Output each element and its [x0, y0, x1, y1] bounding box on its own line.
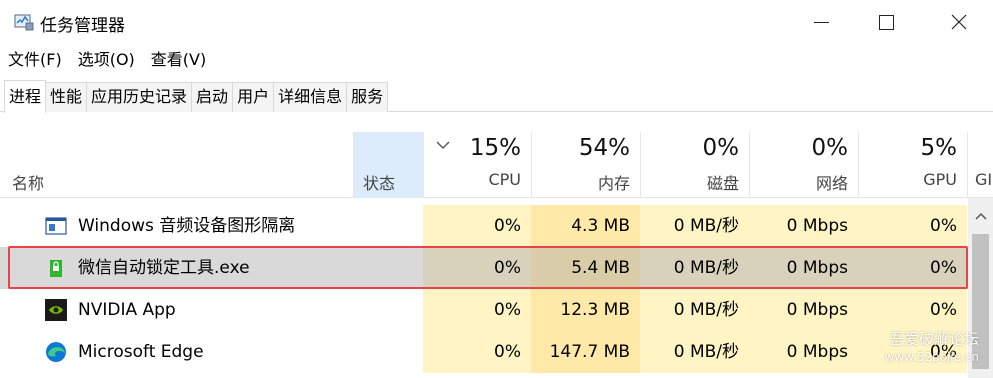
gpu-column-percent[interactable]: 5% — [858, 135, 958, 161]
column-separator — [353, 132, 354, 198]
maximize-button[interactable] — [861, 0, 911, 44]
menu-options[interactable]: 选项(O) — [70, 46, 143, 74]
tab-app-history[interactable]: 应用历史记录 — [86, 82, 193, 112]
memory-value: 12.3 MB — [560, 300, 630, 320]
cpu-value: 0% — [494, 342, 521, 362]
status-column-label: 状态 — [363, 174, 396, 193]
network-value: 0 Mbps — [786, 300, 848, 320]
table-row[interactable]: NVIDIA App 0% 12.3 MB 0 MB/秒 0 Mbps 0% — [0, 289, 968, 331]
memory-value: 5.4 MB — [571, 258, 630, 278]
task-manager-icon — [14, 14, 34, 31]
disk-value: 0 MB/秒 — [673, 216, 739, 236]
gpu-engine-column-label[interactable]: GI — [975, 170, 993, 189]
gpu-value: 0% — [930, 216, 957, 236]
lock-app-icon — [50, 260, 62, 277]
tab-performance[interactable]: 性能 — [45, 82, 88, 112]
gpu-value: 0% — [930, 300, 957, 320]
scroll-up-button[interactable] — [968, 206, 993, 226]
cpu-value: 0% — [494, 300, 521, 320]
cpu-column-percent[interactable]: 15% — [423, 135, 521, 161]
chevron-up-icon — [974, 212, 987, 220]
network-value: 0 Mbps — [786, 216, 848, 236]
disk-column-percent[interactable]: 0% — [640, 135, 740, 161]
cpu-value: 0% — [494, 216, 521, 236]
title-bar: 任务管理器 — [0, 0, 993, 44]
network-value: 0 Mbps — [786, 342, 848, 362]
close-button[interactable] — [934, 0, 984, 44]
maximize-icon — [878, 14, 894, 30]
tab-details[interactable]: 详细信息 — [273, 82, 348, 112]
menu-bar: 文件(F) 选项(O) 查看(V) — [0, 46, 214, 74]
process-name: 微信自动锁定工具.exe — [78, 258, 250, 278]
gpu-value: 0% — [930, 258, 957, 278]
process-name: Windows 音频设备图形隔离 — [78, 216, 296, 236]
column-separator — [967, 132, 968, 198]
close-icon — [951, 14, 967, 30]
watermark-line2: www.52pojie.cn — [884, 350, 979, 364]
minimize-button[interactable] — [796, 0, 846, 44]
table-row-selected[interactable]: 微信自动锁定工具.exe 0% 5.4 MB 0 MB/秒 0 Mbps 0% — [0, 247, 968, 289]
tab-users[interactable]: 用户 — [232, 82, 275, 112]
tab-bar: 进程 性能 应用历史记录 启动 用户 详细信息 服务 — [0, 78, 993, 113]
process-name: NVIDIA App — [78, 300, 176, 320]
minimize-icon — [813, 21, 829, 23]
network-column-label: 网络 — [815, 174, 848, 193]
memory-value: 147.7 MB — [549, 342, 630, 362]
table-header: 名称 状态 15% CPU 54% 内存 0% 磁盘 0% 网络 5% GPU … — [0, 132, 993, 198]
memory-column-percent[interactable]: 54% — [531, 135, 630, 161]
cpu-column-label: CPU — [488, 170, 521, 189]
disk-column-label: 磁盘 — [706, 174, 739, 193]
menu-file[interactable]: 文件(F) — [0, 46, 70, 74]
nvidia-icon — [45, 299, 67, 321]
tab-startup[interactable]: 启动 — [191, 82, 234, 112]
gpu-column-label: GPU — [923, 170, 957, 189]
watermark-line1: 吾爱破解论坛 — [888, 330, 979, 348]
cpu-value: 0% — [494, 258, 521, 278]
table-row[interactable]: Microsoft Edge 0% 147.7 MB 0 MB/秒 0 Mbps… — [0, 331, 968, 373]
watermark: 吾爱破解论坛 www.52pojie.cn — [885, 330, 979, 366]
menu-view[interactable]: 查看(V) — [143, 46, 214, 74]
windows-app-icon — [45, 217, 67, 235]
tab-services[interactable]: 服务 — [346, 82, 389, 112]
disk-value: 0 MB/秒 — [673, 300, 739, 320]
edge-icon — [46, 342, 66, 362]
network-value: 0 Mbps — [786, 258, 848, 278]
memory-column-label: 内存 — [597, 174, 630, 193]
disk-value: 0 MB/秒 — [673, 258, 739, 278]
disk-value: 0 MB/秒 — [673, 342, 739, 362]
window-title: 任务管理器 — [40, 16, 125, 36]
process-name: Microsoft Edge — [78, 342, 204, 362]
tab-processes[interactable]: 进程 — [4, 80, 47, 113]
table-row[interactable]: Windows 音频设备图形隔离 0% 4.3 MB 0 MB/秒 0 Mbps… — [0, 205, 968, 247]
memory-value: 4.3 MB — [571, 216, 630, 236]
network-column-percent[interactable]: 0% — [749, 135, 849, 161]
name-column-header[interactable]: 名称 — [12, 170, 44, 194]
